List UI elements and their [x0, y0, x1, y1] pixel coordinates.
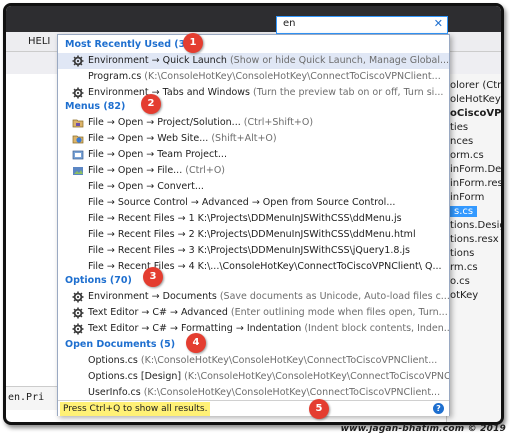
result-description: (Shift+Alt+O): [208, 133, 277, 144]
result-item[interactable]: File → Source Control → Advanced → Open …: [58, 195, 449, 211]
search-input[interactable]: en: [283, 18, 296, 29]
solution-item[interactable]: inForm.res: [450, 178, 501, 189]
solution-item[interactable]: otKey: [450, 290, 478, 301]
help-icon[interactable]: ?: [433, 403, 444, 414]
menu-help[interactable]: HELI: [28, 36, 50, 47]
result-title: File → Recent Files → 2 K:\Projects\DDMe…: [88, 229, 416, 240]
result-title: Options.cs [Design]: [88, 371, 182, 382]
group-header-open-documents: Open Documents (5): [58, 337, 449, 353]
result-title: File → Source Control → Advanced → Open …: [88, 197, 396, 208]
group-title: Most Recently Used (3): [65, 39, 190, 50]
screenshot-frame: HELI en.Pri olorer (Ctrl-oleHotKey oCisco…: [3, 3, 504, 425]
result-title: File → Open → Project/Solution...: [88, 117, 241, 128]
gear-icon: [71, 290, 84, 303]
quick-launch-results: Most Recently Used (3) Environment → Qui…: [57, 34, 450, 416]
result-description: (Indent block contents, Inden...: [301, 323, 449, 334]
open-project-icon: [71, 116, 84, 129]
result-item[interactable]: File → Recent Files → 3 K:\Projects\DDMe…: [58, 243, 449, 259]
solution-item[interactable]: s.cs: [450, 206, 478, 217]
result-title: File → Recent Files → 4 K:\...\ConsoleHo…: [88, 261, 442, 272]
solution-item[interactable]: olorer (Ctrl-: [450, 80, 501, 91]
result-title: File → Open → File...: [88, 165, 183, 176]
solution-item[interactable]: tions: [450, 248, 474, 259]
result-description: (Enter outlining mode when files open, T…: [227, 307, 448, 318]
result-item[interactable]: File → Open → Web Site... (Shift+Alt+O): [58, 131, 449, 147]
result-item[interactable]: Options.cs [Design] (K:\ConsoleHotKey\Co…: [58, 369, 449, 385]
annotation-badge-3: 3: [143, 267, 163, 287]
result-description: (K:\ConsoleHotKey\ConsoleHotKey\ConnectT…: [181, 371, 449, 382]
quick-launch-search[interactable]: en ✕: [276, 16, 448, 34]
result-item[interactable]: File → Open → Convert...: [58, 179, 449, 195]
solution-item[interactable]: orm.cs: [450, 150, 484, 161]
code-snippet: en.Pri: [8, 392, 45, 403]
annotation-badge-2: 2: [141, 94, 161, 114]
solution-item[interactable]: nces: [450, 136, 473, 147]
result-description: (Ctrl+Shift+O): [240, 117, 314, 128]
result-description: (Save documents as Unicode, Auto-load fi…: [216, 291, 449, 302]
group-header-options: Options (70): [58, 273, 449, 289]
result-title: File → Open → Team Project...: [88, 149, 227, 160]
group-title: Menus (82): [65, 101, 126, 112]
result-item[interactable]: Environment → Documents (Save documents …: [58, 289, 449, 305]
annotation-badge-4: 4: [186, 333, 206, 353]
result-title: File → Recent Files → 3 K:\Projects\DDMe…: [88, 245, 411, 256]
solution-item[interactable]: o.cs: [450, 276, 470, 287]
solution-item[interactable]: inForm.Des: [450, 164, 501, 175]
result-item[interactable]: File → Open → Team Project...: [58, 147, 449, 163]
open-file-icon: [71, 164, 84, 177]
result-title: File → Open → Web Site...: [88, 133, 209, 144]
result-item[interactable]: File → Open → Project/Solution... (Ctrl+…: [58, 115, 449, 131]
group-title: Options (70): [65, 275, 132, 286]
result-description: (K:\ConsoleHotKey\ConsoleHotKey\ConnectT…: [140, 387, 441, 398]
group-title: Open Documents (5): [65, 339, 176, 350]
solution-item[interactable]: ties: [450, 122, 468, 133]
annotation-badge-1: 1: [183, 33, 203, 53]
result-title: File → Recent Files → 1 K:\Projects\DDMe…: [88, 213, 402, 224]
gear-icon: [71, 322, 84, 335]
watermark: www.jagan-bhatim.com © 2019: [340, 424, 506, 434]
result-item[interactable]: File → Recent Files → 1 K:\Projects\DDMe…: [58, 211, 449, 227]
group-header-menus: Menus (82): [58, 99, 449, 115]
result-description: (Show or hide Quick Launch, Manage Globa…: [226, 55, 449, 66]
result-description: (Turn the preview tab on or off, Turn si…: [250, 87, 444, 98]
results-footer: Press Ctrl+Q to show all results. ?: [58, 400, 449, 416]
result-item[interactable]: Options.cs (K:\ConsoleHotKey\ConsoleHotK…: [58, 353, 449, 369]
result-item[interactable]: File → Recent Files → 2 K:\Projects\DDMe…: [58, 227, 449, 243]
solution-item[interactable]: rm.cs: [450, 262, 478, 273]
solution-explorer-toolbar: [446, 54, 501, 72]
gear-icon: [71, 306, 84, 319]
team-project-icon: [71, 148, 84, 161]
result-description: (K:\ConsoleHotKey\ConsoleHotKey\ConnectT…: [137, 355, 438, 366]
gear-icon: [71, 54, 84, 67]
group-header-recent: Most Recently Used (3): [58, 37, 449, 53]
result-item[interactable]: Text Editor → C# → Formatting → Indentat…: [58, 321, 449, 337]
solution-item[interactable]: tions.resx: [450, 234, 499, 245]
result-description: (Ctrl+O): [182, 165, 226, 176]
result-title: Environment → Tabs and Windows: [88, 87, 251, 98]
result-title: Options.cs: [88, 355, 138, 366]
web-icon: [71, 132, 84, 145]
result-title: UserInfo.cs: [88, 387, 141, 398]
solution-item[interactable]: oCiscoVPN: [450, 108, 501, 119]
result-item[interactable]: Text Editor → C# → Advanced (Enter outli…: [58, 305, 449, 321]
result-title: Text Editor → C# → Advanced: [88, 307, 228, 318]
result-title: Program.cs: [88, 71, 142, 82]
result-item[interactable]: Environment → Quick Launch (Show or hide…: [58, 53, 449, 69]
result-item[interactable]: UserInfo.cs (K:\ConsoleHotKey\ConsoleHot…: [58, 385, 449, 401]
result-title: File → Open → Convert...: [88, 181, 204, 192]
show-all-hint: Press Ctrl+Q to show all results.: [60, 402, 211, 416]
result-item[interactable]: Program.cs (K:\ConsoleHotKey\ConsoleHotK…: [58, 69, 449, 85]
clear-icon[interactable]: ✕: [434, 17, 443, 30]
solution-item[interactable]: inForm: [450, 192, 484, 203]
annotation-badge-5: 5: [309, 399, 329, 419]
result-description: (K:\ConsoleHotKey\ConsoleHotKey\ConnectT…: [141, 71, 441, 82]
gear-icon: [71, 86, 84, 99]
result-item[interactable]: File → Open → File... (Ctrl+O): [58, 163, 449, 179]
solution-item[interactable]: oleHotKey: [450, 94, 501, 105]
solution-item[interactable]: tions.Design: [450, 220, 501, 231]
result-title: Environment → Documents: [88, 291, 217, 302]
result-title: Environment → Quick Launch: [88, 55, 227, 66]
